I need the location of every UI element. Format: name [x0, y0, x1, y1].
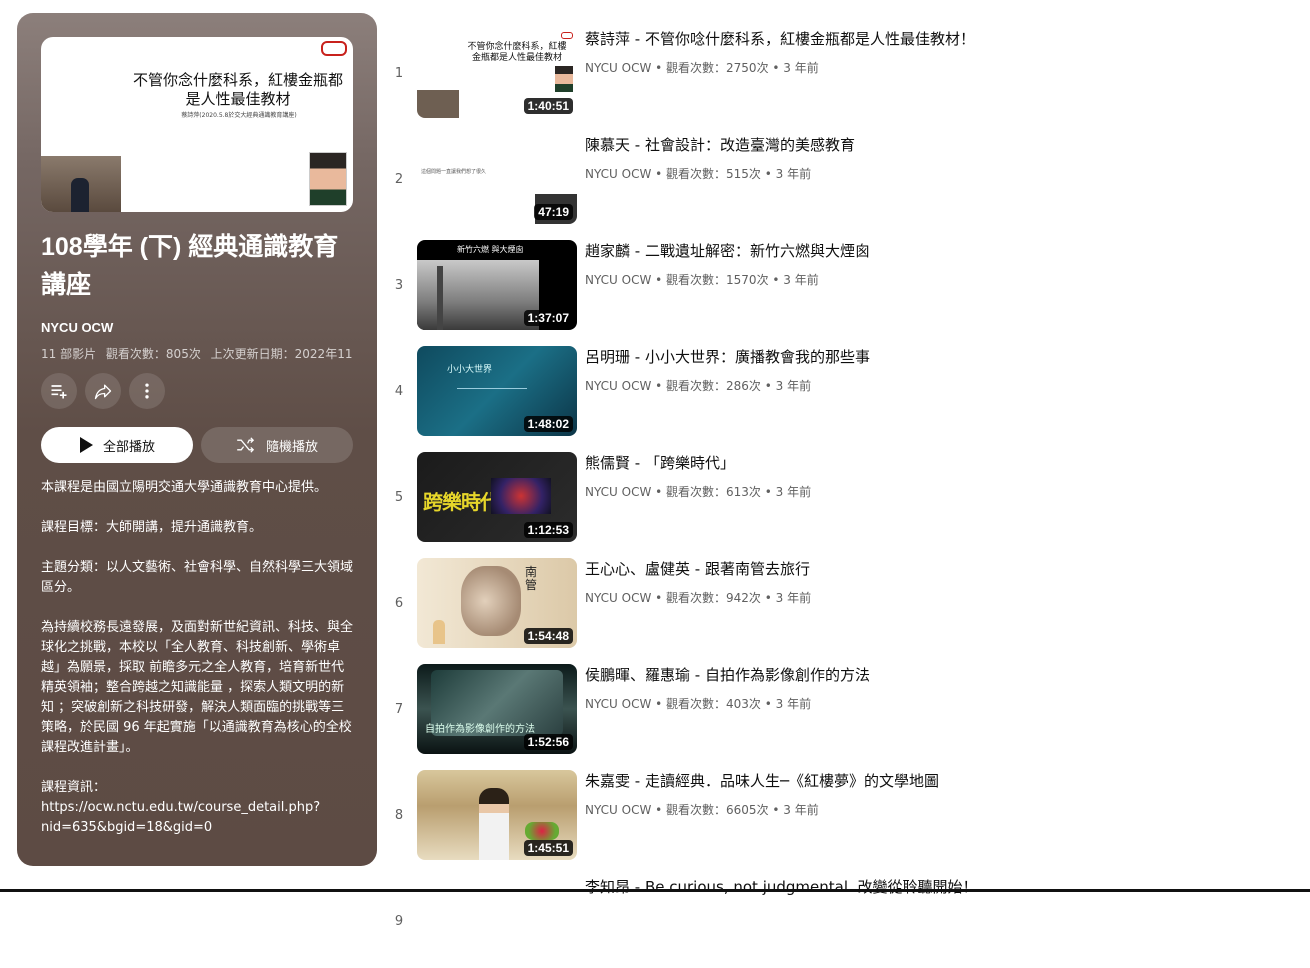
divider-line: [457, 388, 527, 389]
thumbnail-text: 小小大世界: [447, 365, 493, 375]
play-all-label: 全部播放: [102, 439, 155, 455]
video-index: 5: [394, 490, 404, 505]
video-duration: 1:54:48: [523, 628, 573, 644]
speaker-portrait-image: [309, 152, 347, 206]
thumbnail-text: 新竹六燃 與大煙囪: [457, 245, 524, 254]
thumbnail-text: 南管: [525, 565, 538, 592]
video-duration: 1:37:07: [523, 310, 573, 326]
video-index: 6: [394, 596, 404, 611]
video-row[interactable]: 4 小小大世界 1:48:02 呂明珊 - 小小大世界：廣播教會我的那些事 NY…: [380, 344, 1300, 438]
video-count: 11 部影片: [41, 347, 97, 361]
video-thumbnail[interactable]: 1:45:51: [417, 770, 577, 860]
play-icon: [79, 437, 93, 453]
video-duration: 1:40:51: [523, 98, 573, 114]
video-row[interactable]: 7 自拍作為影像創作的方法 1:52:56 侯鵬暉、羅惠瑜 - 自拍作為影像創作…: [380, 662, 1300, 756]
video-duration: 47:19: [534, 204, 573, 220]
video-metadata: NYCU OCW • 觀看次數：515次 • 3 年前: [585, 167, 812, 181]
video-row[interactable]: 8 1:45:51 朱嘉雯 - 走讀經典．品味人生─《紅樓夢》的文學地圖 NYC…: [380, 768, 1300, 862]
speaker-figure: [433, 620, 445, 644]
nycu-ocw-logo: [321, 41, 347, 56]
concert-photo: [491, 478, 551, 514]
playlist-description: 本課程是由國立陽明交通大學通識教育中心提供。 課程目標：大師開講，提升通識教育。…: [41, 480, 354, 835]
more-actions-button[interactable]: [129, 373, 165, 409]
video-metadata: NYCU OCW • 觀看次數：1570次 • 3 年前: [585, 273, 819, 287]
video-metadata: NYCU OCW • 觀看次數：613次 • 3 年前: [585, 485, 812, 499]
video-title-link[interactable]: 呂明珊 - 小小大世界：廣播教會我的那些事: [585, 346, 870, 367]
speaker-video-inset: [41, 156, 121, 212]
video-index: 8: [394, 808, 404, 823]
video-title-link[interactable]: 侯鵬暉、羅惠瑜 - 自拍作為影像創作的方法: [585, 664, 870, 685]
thumbnail-subtitle-text: 蔡詩萍(2020.5.8於交大經典通識教育講座): [181, 112, 297, 119]
video-thumbnail[interactable]: 南管 1:54:48: [417, 558, 577, 648]
last-updated: 上次更新日期：2022年11...: [210, 347, 353, 361]
flower-arrangement: [525, 822, 559, 840]
share-icon: [94, 384, 112, 400]
save-playlist-button[interactable]: [41, 373, 77, 409]
video-row[interactable]: 1 不管你念什麼科系，紅樓金瓶都是人性最佳教材 1:40:51 蔡詩萍 - 不管…: [380, 26, 1300, 120]
video-title-link[interactable]: 趙家麟 - 二戰遺址解密：新竹六燃與大煙囪: [585, 240, 870, 261]
video-duration: 1:52:56: [523, 734, 573, 750]
video-thumbnail[interactable]: 不管你念什麼科系，紅樓金瓶都是人性最佳教材 1:40:51: [417, 28, 577, 118]
thumbnail-title-text: 不管你念什麼科系，紅樓金瓶都是人性最佳教材: [133, 71, 344, 108]
shuffle-label: 隨機播放: [265, 439, 318, 455]
play-all-button[interactable]: 全部播放: [41, 427, 193, 463]
playlist-stats: 11 部影片 觀看次數：805次 上次更新日期：2022年11...: [41, 345, 353, 362]
video-title-link[interactable]: 蔡詩萍 - 不管你唸什麼科系，紅樓金瓶都是人性最佳教材！: [585, 28, 975, 49]
playlist-title: 108學年 (下) 經典通識教育講座: [41, 233, 339, 299]
video-thumbnail[interactable]: 這個問題一直讓我們想了很久 47:19: [417, 134, 577, 224]
thumbnail-text: 這個問題一直讓我們想了很久: [421, 169, 487, 175]
thumbnail-text: 自拍作為影像創作的方法: [425, 724, 535, 735]
speaker-video-inset: [417, 90, 459, 118]
video-thumbnail[interactable]: 小小大世界 1:48:02: [417, 346, 577, 436]
video-thumbnail[interactable]: 自拍作為影像創作的方法 1:52:56: [417, 664, 577, 754]
video-row[interactable]: 5 跨樂時代 1:12:53 熊儒賢 - 「跨樂時代」 NYCU OCW • 觀…: [380, 450, 1300, 544]
more-icon: [145, 383, 149, 399]
playlist-header-panel: 不管你念什麼科系，紅樓金瓶都是人性最佳教材 蔡詩萍(2020.5.8於交大經典通…: [17, 13, 377, 866]
video-metadata: NYCU OCW • 觀看次數：942次 • 3 年前: [585, 591, 812, 605]
video-thumbnail[interactable]: 新竹六燃 與大煙囪 1:37:07: [417, 240, 577, 330]
video-title-link[interactable]: 李知昂 - Be curious, not judgmental. 改變從聆聽開…: [585, 876, 978, 897]
video-index: 3: [394, 278, 404, 293]
video-duration: 1:12:53: [523, 522, 573, 538]
video-title-link[interactable]: 熊儒賢 - 「跨樂時代」: [585, 452, 735, 473]
thumbnail-text: 跨樂時代: [423, 490, 500, 514]
video-metadata: NYCU OCW • 觀看次數：403次 • 3 年前: [585, 697, 812, 711]
video-index: 1: [394, 66, 404, 81]
video-row[interactable]: 3 新竹六燃 與大煙囪 1:37:07 趙家麟 - 二戰遺址解密：新竹六燃與大煙…: [380, 238, 1300, 332]
video-title-link[interactable]: 朱嘉雯 - 走讀經典．品味人生─《紅樓夢》的文學地圖: [585, 770, 939, 791]
video-row[interactable]: 6 南管 1:54:48 王心心、盧健英 - 跟著南管去旅行 NYCU OCW …: [380, 556, 1300, 650]
portrait-image: [461, 566, 521, 636]
video-duration: 1:48:02: [523, 416, 573, 432]
video-row[interactable]: 2 這個問題一直讓我們想了很久 47:19 陳慕天 - 社會設計：改造臺灣的美感…: [380, 132, 1300, 226]
video-index: 7: [394, 702, 404, 717]
video-metadata: NYCU OCW • 觀看次數：6605次 • 3 年前: [585, 803, 819, 817]
playlist-thumbnail[interactable]: 不管你念什麼科系，紅樓金瓶都是人性最佳教材 蔡詩萍(2020.5.8於交大經典通…: [41, 37, 353, 212]
video-duration: 1:45:51: [523, 840, 573, 856]
ocw-logo: [561, 32, 573, 39]
video-index: 4: [394, 384, 404, 399]
video-title-link[interactable]: 王心心、盧健英 - 跟著南管去旅行: [585, 558, 810, 579]
chimney-shape: [437, 266, 443, 330]
share-button[interactable]: [85, 373, 121, 409]
factory-photo: [417, 260, 539, 330]
video-title-link[interactable]: 陳慕天 - 社會設計：改造臺灣的美感教育: [585, 134, 855, 155]
video-thumbnail[interactable]: 跨樂時代 1:12:53: [417, 452, 577, 542]
add-to-queue-icon: [51, 385, 67, 399]
video-metadata: NYCU OCW • 觀看次數：286次 • 3 年前: [585, 379, 812, 393]
thumbnail-text: 不管你念什麼科系，紅樓金瓶都是人性最佳教材: [467, 42, 567, 63]
channel-name-link[interactable]: NYCU OCW: [41, 320, 113, 335]
shuffle-button[interactable]: 隨機播放: [201, 427, 353, 463]
speaker-figure: [479, 788, 509, 860]
video-index: 2: [394, 172, 404, 187]
video-index: 9: [394, 914, 404, 929]
shuffle-icon: [237, 437, 255, 453]
speaker-portrait-image: [555, 66, 573, 92]
view-count: 觀看次數：805次: [105, 347, 201, 361]
video-metadata: NYCU OCW • 觀看次數：2750次 • 3 年前: [585, 61, 819, 75]
